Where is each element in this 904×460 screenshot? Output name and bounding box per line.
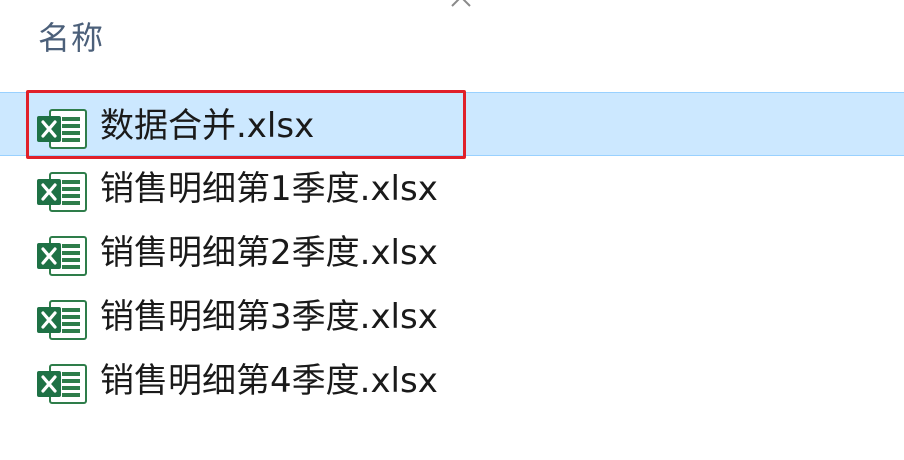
- column-header-name[interactable]: 名称: [38, 16, 104, 60]
- file-name: 销售明细第1季度.xlsx: [100, 169, 438, 209]
- file-row[interactable]: 销售明细第1季度.xlsx: [0, 156, 904, 220]
- excel-file-icon: [36, 236, 88, 276]
- file-name: 销售明细第4季度.xlsx: [100, 361, 438, 401]
- file-row[interactable]: 销售明细第2季度.xlsx: [0, 220, 904, 284]
- file-row[interactable]: 销售明细第4季度.xlsx: [0, 348, 904, 412]
- file-name: 数据合并.xlsx: [100, 106, 315, 146]
- file-row[interactable]: 数据合并.xlsx: [0, 92, 904, 156]
- excel-file-icon: [36, 364, 88, 404]
- chevron-up-icon: [450, 0, 472, 8]
- file-explorer-pane: 名称 数据合并.xlsx 销售明细第1季度.xlsx 销售明细第2季度.xlsx…: [0, 0, 904, 460]
- file-name: 销售明细第3季度.xlsx: [100, 297, 438, 337]
- excel-file-icon: [36, 172, 88, 212]
- excel-file-icon: [36, 109, 88, 149]
- file-row[interactable]: 销售明细第3季度.xlsx: [0, 284, 904, 348]
- file-name: 销售明细第2季度.xlsx: [100, 233, 438, 273]
- file-list: 数据合并.xlsx 销售明细第1季度.xlsx 销售明细第2季度.xlsx 销售…: [0, 92, 904, 412]
- excel-file-icon: [36, 300, 88, 340]
- column-header: 名称: [0, 0, 904, 79]
